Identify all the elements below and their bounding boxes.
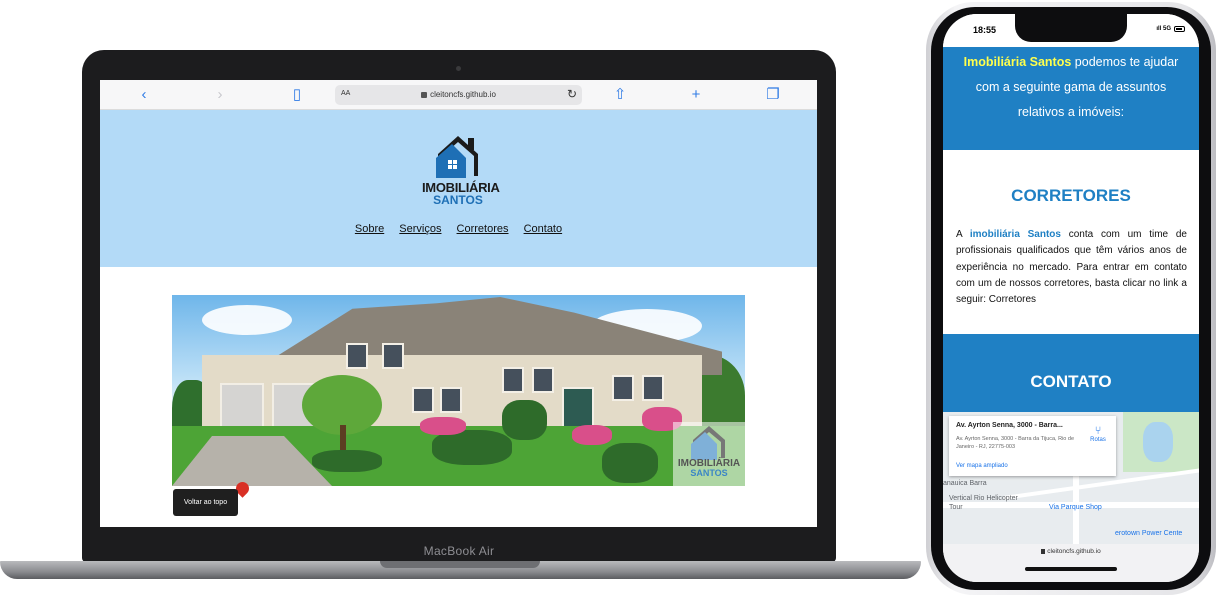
new-tab-icon[interactable]: + <box>688 87 704 103</box>
house-logo-icon <box>436 136 478 178</box>
site-header: IMOBILIÁRIA SANTOS Sobre Serviços Corret… <box>100 110 817 267</box>
map-place-title: Av. Ayrton Senna, 3000 - Barra... <box>956 422 1063 429</box>
watermark-text-line2: SANTOS <box>690 468 728 478</box>
phone-notch <box>1015 14 1127 42</box>
map-larger-link[interactable]: Ver mapa ampliado <box>956 463 1008 469</box>
nav-link-servicos[interactable]: Serviços <box>399 223 441 235</box>
network-label: 5G <box>1162 26 1171 32</box>
contato-section: CONTATO <box>943 334 1199 412</box>
contato-title: CONTATO <box>1030 372 1112 391</box>
battery-icon <box>1174 26 1185 32</box>
status-time: 18:55 <box>973 25 997 35</box>
corretores-text: A imobiliária Santos conta com um time d… <box>956 227 1187 308</box>
share-icon[interactable]: ⇧ <box>612 87 628 103</box>
browser-toolbar: ‹ › ▯ AA cleitoncfs.github.io ↻ ⇧ + ❐ <box>100 80 817 110</box>
lock-icon <box>421 91 428 98</box>
address-url: cleitoncfs.github.io <box>335 90 582 99</box>
phone-url-bar[interactable]: cleitoncfs.github.io <box>943 544 1199 582</box>
directions-icon: ⑂ <box>1094 425 1102 437</box>
map-label: Via Parque Shop <box>1049 504 1102 511</box>
map-label: erotown Power Cente <box>1115 530 1183 537</box>
forward-icon[interactable]: › <box>212 87 228 103</box>
signal-icon: ıll 5G <box>1156 26 1171 32</box>
address-bar[interactable]: AA cleitoncfs.github.io ↻ <box>335 85 582 105</box>
nav-link-corretores[interactable]: Corretores <box>457 223 509 235</box>
map-label: Vertical Rio Helicopter Tour <box>949 495 1018 511</box>
map-label: anauica Barra <box>943 480 987 487</box>
intro-section: Imobiliária Santos podemos te ajudar com… <box>943 47 1199 150</box>
tabs-icon[interactable]: ❐ <box>765 87 781 103</box>
site-logo[interactable]: IMOBILIÁRIA SANTOS <box>422 132 500 207</box>
corretores-text-prefix: A <box>956 229 963 240</box>
map-directions-button[interactable]: ⑂ Rotas <box>1088 425 1108 443</box>
hero-watermark-logo: IMOBILIÁRIA SANTOS <box>673 422 745 486</box>
reload-icon[interactable]: ↻ <box>567 87 577 101</box>
laptop-camera <box>456 66 461 71</box>
site-nav: Sobre Serviços Corretores Contato <box>100 223 817 235</box>
laptop-model-label: MacBook Air <box>423 544 495 558</box>
phone-status-bar: 18:55 ıll 5G <box>943 14 1199 47</box>
back-icon[interactable]: ‹ <box>136 87 152 103</box>
embedded-map[interactable]: Av. Ayrton Senna, 3000 - Barra... Av. Ay… <box>943 412 1199 544</box>
watermark-house-icon <box>691 426 725 460</box>
bookmarks-icon[interactable]: ▯ <box>289 87 305 103</box>
phone-screen: 18:55 ıll 5G Imobiliária Santos podemos … <box>943 14 1199 582</box>
url-text: cleitoncfs.github.io <box>430 90 496 99</box>
map-place-address: Av. Ayrton Senna, 3000 - Barra da Tijuca… <box>956 436 1075 450</box>
back-to-top-button[interactable]: Voltar ao topo <box>173 489 238 516</box>
corretores-brand: imobiliária Santos <box>969 229 1061 240</box>
intro-brand: Imobiliária Santos <box>963 55 1072 69</box>
hero-house-image: IMOBILIÁRIA SANTOS <box>172 295 745 486</box>
laptop-base-notch <box>380 561 540 568</box>
logo-text-line2: SANTOS <box>433 193 483 207</box>
phone-url: cleitoncfs.github.io <box>943 548 1199 555</box>
phone-url-text: cleitoncfs.github.io <box>1047 548 1101 555</box>
corretores-title: CORRETORES <box>1011 186 1131 205</box>
corretores-section: CORRETORES A imobiliária Santos conta co… <box>943 150 1199 334</box>
map-place-card: Av. Ayrton Senna, 3000 - Barra... Av. Ay… <box>949 416 1116 476</box>
home-indicator <box>1025 567 1117 571</box>
laptop-chin: MacBook Air <box>82 540 836 562</box>
nav-link-contato[interactable]: Contato <box>524 223 563 235</box>
nav-link-sobre[interactable]: Sobre <box>355 223 384 235</box>
lock-icon <box>1041 548 1046 554</box>
corretores-body: conta com um time de profissionais quali… <box>956 229 1187 306</box>
directions-label: Rotas <box>1090 437 1106 443</box>
mockup-stage: ‹ › ▯ AA cleitoncfs.github.io ↻ ⇧ + ❐ IM… <box>0 0 1219 603</box>
laptop-screen: ‹ › ▯ AA cleitoncfs.github.io ↻ ⇧ + ❐ IM… <box>100 80 817 527</box>
